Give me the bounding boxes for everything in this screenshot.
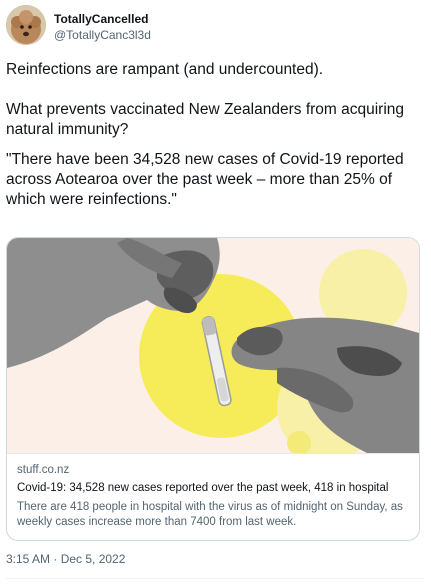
author-display-name[interactable]: TotallyCancelled [54,12,148,26]
hands-holding-test-vial-image-icon [7,238,419,453]
tweet: TotallyCancelled @TotallyCanc3l3d Reinfe… [0,0,431,587]
tweet-text-paragraph-1: Reinfections are rampant (and undercount… [6,61,324,78]
link-preview-card[interactable]: stuff.co.nz Covid-19: 34,528 new cases r… [6,237,420,541]
link-domain: stuff.co.nz [17,464,70,476]
poodle-dog-avatar-icon [6,5,46,45]
author-handle[interactable]: @TotallyCanc3l3d [54,28,151,42]
tweet-timestamp[interactable]: 3:15 AM · Dec 5, 2022 [6,552,125,566]
tweet-header: TotallyCancelled @TotallyCanc3l3d [6,5,426,47]
card-divider [7,453,419,454]
link-preview-image[interactable] [7,238,419,453]
link-title[interactable]: Covid-19: 34,528 new cases reported over… [17,482,388,494]
link-description: There are 418 people in hospital with th… [17,501,403,528]
avatar[interactable] [6,5,46,45]
tweet-text-paragraph-3: "There have been 34,528 new cases of Cov… [6,151,404,208]
divider [6,578,424,579]
tweet-text-paragraph-2: What prevents vaccinated New Zealanders … [6,101,405,138]
